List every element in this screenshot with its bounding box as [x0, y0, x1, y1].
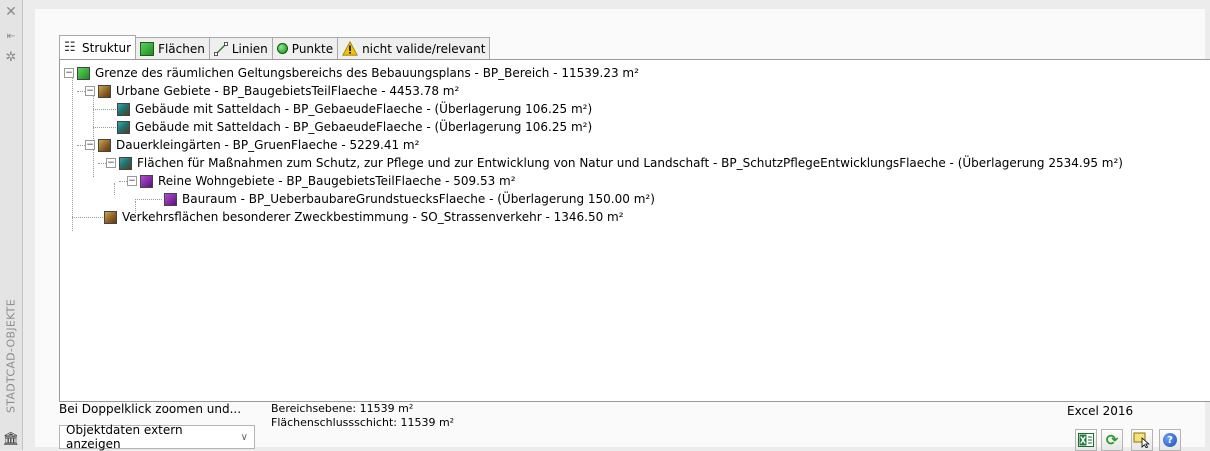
- tree-node-label: Gebäude mit Satteldach - BP_GebaeudeFlae…: [135, 102, 593, 116]
- area-icon: [98, 138, 111, 152]
- chevron-down-icon: ∨: [240, 431, 248, 443]
- help-button[interactable]: ?: [1159, 429, 1181, 451]
- excel-version-label: Excel 2016: [1067, 404, 1134, 418]
- area-icon: [98, 84, 111, 98]
- tree-node-gebaeude-1[interactable]: Gebäude mit Satteldach - BP_GebaeudeFlae…: [117, 100, 592, 118]
- tree-node-label: Reine Wohngebiete - BP_BaugebietsTeilFla…: [158, 174, 516, 188]
- area-icon: [117, 102, 130, 116]
- tree-node-bp-bereich[interactable]: − Grenze des räumlichen Geltungsbereichs…: [64, 64, 639, 82]
- tree-node-label: Bauraum - BP_UeberbaubareGrundstuecksFla…: [182, 192, 655, 206]
- tree-connector: [72, 217, 103, 218]
- tree-connector: [72, 75, 73, 231]
- area-icon: [104, 210, 117, 224]
- collapse-icon[interactable]: −: [85, 86, 95, 96]
- flaechenschluss-info: Flächenschlussschicht: 11539 m²: [271, 416, 455, 429]
- tree-connector: [135, 199, 162, 200]
- tree-node-bauraum[interactable]: Bauraum - BP_UeberbaubareGrundstuecksFla…: [164, 190, 655, 208]
- excel-export-button[interactable]: [1075, 429, 1097, 451]
- palette-content: ☷ Struktur Flächen Linien Punkte nicht v…: [35, 9, 1210, 451]
- tree-node-reine-wohngebiete[interactable]: − Reine Wohngebiete - BP_BaugebietsTeilF…: [127, 172, 516, 190]
- select-objects-button[interactable]: [1131, 429, 1153, 451]
- tab-linien[interactable]: Linien: [208, 37, 273, 59]
- tab-label: Punkte: [291, 41, 334, 56]
- tree-node-urbane-gebiete[interactable]: − Urbane Gebiete - BP_BaugebietsTeilFlae…: [85, 82, 459, 100]
- tree-node-schutz-pflege[interactable]: − Flächen für Maßnahmen zum Schutz, zur …: [106, 154, 1123, 172]
- green-square-icon: [140, 41, 155, 56]
- select-value: Objektdaten extern anzeigen: [66, 423, 183, 451]
- collapse-icon[interactable]: −: [85, 140, 95, 150]
- palette-sidebar: ✕ ⇤ ✲ STADTCAD-OBJEKTE 🏛: [0, 0, 23, 450]
- building-icon: 🏛: [2, 432, 20, 447]
- auto-hide-icon[interactable]: ⇤: [0, 30, 22, 44]
- area-icon: [164, 192, 177, 206]
- tab-struktur[interactable]: ☷ Struktur: [59, 35, 137, 59]
- refresh-icon: ⟳: [1105, 431, 1119, 449]
- area-icon: [77, 66, 90, 80]
- refresh-button[interactable]: ⟳: [1101, 429, 1123, 451]
- area-icon: [117, 120, 130, 134]
- settings-icon[interactable]: ✲: [0, 51, 22, 65]
- tree-connector: [93, 127, 120, 128]
- tab-bar: ☷ Struktur Flächen Linien Punkte nicht v…: [59, 35, 491, 59]
- tab-flaechen[interactable]: Flächen: [135, 37, 210, 59]
- tree-node-label: Urbane Gebiete - BP_BaugebietsTeilFlaech…: [116, 84, 460, 98]
- warning-icon: [342, 41, 358, 56]
- tree-icon: ☷: [64, 40, 76, 55]
- tree-node-verkehrsflaechen[interactable]: Verkehrsflächen besonderer Zweckbestimmu…: [104, 208, 624, 226]
- tree-node-label: Dauerkleingärten - BP_GruenFlaeche - 522…: [116, 138, 420, 152]
- tree-connector: [93, 93, 94, 141]
- tab-nicht-valide[interactable]: nicht valide/relevant: [337, 37, 491, 59]
- structure-tree[interactable]: − Grenze des räumlichen Geltungsbereichs…: [59, 59, 1210, 402]
- point-icon: [276, 43, 288, 54]
- tree-connector: [93, 109, 120, 110]
- doubleclick-action-select[interactable]: Objektdaten extern anzeigen ∨: [59, 423, 255, 451]
- doubleclick-label: Bei Doppelklick zoomen und...: [59, 402, 242, 416]
- collapse-icon[interactable]: −: [127, 176, 137, 186]
- palette-title: STADTCAD-OBJEKTE: [4, 298, 18, 414]
- tree-node-label: Gebäude mit Satteldach - BP_GebaeudeFlae…: [135, 120, 593, 134]
- tab-label: Struktur: [82, 40, 132, 55]
- tree-node-label: Grenze des räumlichen Geltungsbereichs d…: [95, 66, 639, 80]
- area-icon: [140, 174, 153, 188]
- collapse-icon[interactable]: −: [106, 158, 116, 168]
- excel-icon: [1078, 433, 1094, 447]
- tab-label: Linien: [231, 41, 268, 56]
- line-icon: [213, 41, 228, 56]
- help-icon: ?: [1163, 433, 1177, 447]
- tab-punkte[interactable]: Punkte: [271, 37, 339, 59]
- area-icon: [119, 156, 132, 170]
- tree-node-label: Verkehrsflächen besonderer Zweckbestimmu…: [122, 210, 624, 224]
- tree-node-gebaeude-2[interactable]: Gebäude mit Satteldach - BP_GebaeudeFlae…: [117, 118, 592, 136]
- tree-connector: [114, 183, 115, 195]
- tree-node-dauerkleingaerten[interactable]: − Dauerkleingärten - BP_GruenFlaeche - 5…: [85, 136, 419, 154]
- bereichsebene-info: Bereichsebene: 11539 m²: [271, 402, 414, 415]
- tree-node-label: Flächen für Maßnahmen zum Schutz, zur Pf…: [137, 156, 1123, 170]
- collapse-icon[interactable]: −: [64, 68, 74, 78]
- select-icon: [1133, 432, 1150, 448]
- tab-label: nicht valide/relevant: [362, 41, 486, 56]
- close-icon[interactable]: ✕: [0, 5, 22, 19]
- tab-label: Flächen: [158, 41, 205, 56]
